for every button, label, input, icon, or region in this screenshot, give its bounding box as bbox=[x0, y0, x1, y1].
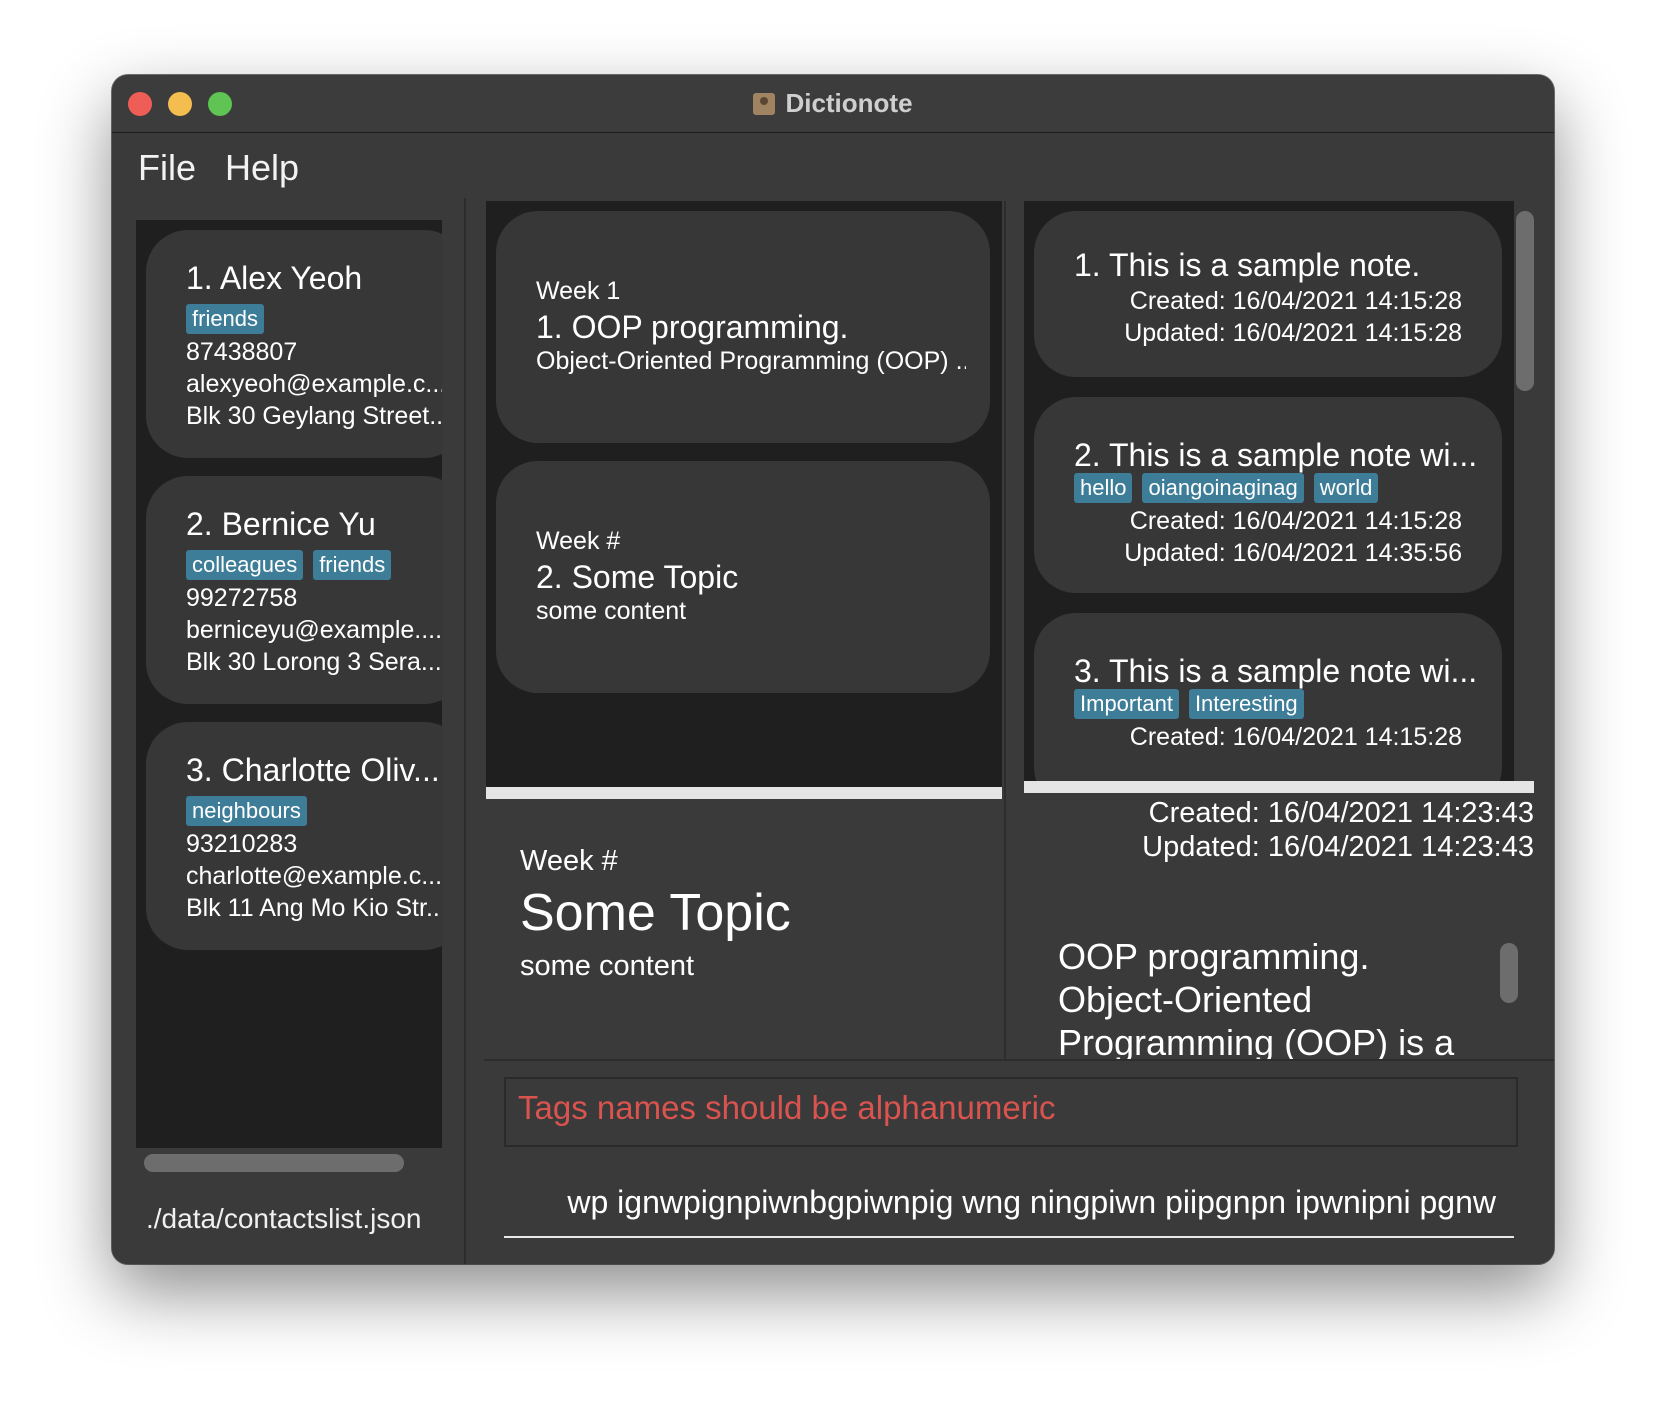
tag-label: colleagues bbox=[186, 550, 304, 580]
tag-label: world bbox=[1313, 473, 1379, 503]
dictionary-detail-title: Some Topic bbox=[520, 884, 791, 942]
contact-tags: neighbours bbox=[186, 796, 307, 826]
note-detail-updated: Updated: 16/04/2021 14:23:43 bbox=[1142, 831, 1534, 863]
note-title: 1. This is a sample note. bbox=[1074, 247, 1421, 283]
dictionary-detail-content: some content bbox=[520, 950, 695, 982]
tag-label: oiangoinaginag bbox=[1142, 473, 1304, 503]
contact-email: berniceyu@example.... bbox=[186, 616, 442, 644]
note-title: 2. This is a sample note wi... bbox=[1074, 437, 1478, 473]
note-updated: Updated: 16/04/2021 14:15:28 bbox=[1124, 319, 1462, 347]
dictionary-week: Week # bbox=[536, 527, 621, 555]
contacts-list[interactable]: 1. Alex Yeoh friends 87438807 alexyeoh@e… bbox=[136, 220, 442, 1148]
contact-address: Blk 11 Ang Mo Kio Str... bbox=[186, 894, 442, 922]
note-detail-body: OOP programming. Object-Oriented Program… bbox=[1058, 936, 1455, 1059]
contact-name: 2. Bernice Yu bbox=[186, 506, 376, 542]
note-tags: Important Interesting bbox=[1074, 689, 1304, 719]
contact-email: charlotte@example.c... bbox=[186, 862, 442, 890]
dictionary-content: Object-Oriented Programming (OOP) ... bbox=[536, 347, 966, 375]
dictionary-card[interactable]: Week # 2. Some Topic some content bbox=[496, 461, 990, 693]
dictionary-list[interactable]: Week 1 1. OOP programming. Object-Orient… bbox=[486, 201, 1002, 787]
storage-path: ./data/contactslist.json bbox=[146, 1203, 422, 1234]
tag-label: friends bbox=[186, 304, 265, 334]
menu-help[interactable]: Help bbox=[225, 147, 299, 189]
result-display: Tags names should be alphanumeric bbox=[504, 1077, 1518, 1147]
note-created: Created: 16/04/2021 14:15:28 bbox=[1129, 723, 1462, 751]
contact-address: Blk 30 Lorong 3 Sera... bbox=[186, 648, 442, 676]
menu-file[interactable]: File bbox=[138, 147, 196, 189]
contact-card[interactable]: 1. Alex Yeoh friends 87438807 alexyeoh@e… bbox=[146, 230, 442, 458]
command-box[interactable] bbox=[504, 1168, 1514, 1238]
title-bar: Dictionote bbox=[112, 75, 1554, 133]
command-input[interactable] bbox=[504, 1168, 1514, 1236]
menu-bar: File Help bbox=[112, 133, 1554, 198]
note-detail-scrollbar[interactable] bbox=[1500, 943, 1518, 1003]
note-card[interactable]: 3. This is a sample note wi... Important… bbox=[1034, 613, 1502, 781]
note-created: Created: 16/04/2021 14:15:28 bbox=[1129, 287, 1462, 315]
title-wrap: Dictionote bbox=[112, 75, 1554, 132]
note-card[interactable]: 2. This is a sample note wi... hello oia… bbox=[1034, 397, 1502, 593]
note-created: Created: 16/04/2021 14:15:28 bbox=[1129, 507, 1462, 535]
contact-card[interactable]: 3. Charlotte Oliv... neighbours 93210283… bbox=[146, 722, 442, 950]
tag-label: neighbours bbox=[186, 796, 307, 826]
contact-name: 1. Alex Yeoh bbox=[186, 260, 363, 296]
dictionary-title: 1. OOP programming. bbox=[536, 309, 849, 345]
tag-label: friends bbox=[313, 550, 392, 580]
address-book-icon bbox=[753, 92, 776, 115]
contact-tags: colleagues friends bbox=[186, 550, 392, 580]
dictionary-detail-week: Week # bbox=[520, 845, 618, 877]
note-title: 3. This is a sample note wi... bbox=[1074, 653, 1478, 689]
note-detail-created: Created: 16/04/2021 14:23:43 bbox=[1148, 797, 1534, 829]
contact-phone: 99272758 bbox=[186, 584, 298, 612]
notes-split-divider[interactable] bbox=[1024, 781, 1534, 793]
contact-tags: friends bbox=[186, 304, 265, 334]
contact-phone: 93210283 bbox=[186, 830, 298, 858]
tag-label: hello bbox=[1074, 473, 1133, 503]
contact-address: Blk 30 Geylang Street... bbox=[186, 402, 442, 430]
pane-divider[interactable] bbox=[1004, 201, 1006, 1141]
notes-vertical-scrollbar[interactable] bbox=[1516, 211, 1534, 391]
contact-email: alexyeoh@example.c... bbox=[186, 370, 442, 398]
note-card[interactable]: 1. This is a sample note. Created: 16/04… bbox=[1034, 211, 1502, 377]
dictionary-split-divider[interactable] bbox=[486, 787, 1002, 799]
dictionary-content: some content bbox=[536, 597, 687, 625]
window-title: Dictionote bbox=[785, 88, 913, 118]
note-updated: Updated: 16/04/2021 14:35:56 bbox=[1124, 539, 1462, 567]
dictionary-week: Week 1 bbox=[536, 277, 621, 305]
note-tags: hello oiangoinaginag world bbox=[1074, 473, 1379, 503]
tag-label: Important bbox=[1074, 689, 1179, 719]
app-window: Dictionote File Help 1. Alex Yeoh friend… bbox=[112, 75, 1554, 1264]
tag-label: Interesting bbox=[1188, 689, 1304, 719]
contacts-horizontal-scrollbar[interactable] bbox=[136, 1148, 442, 1178]
scrollbar-thumb[interactable] bbox=[144, 1154, 404, 1172]
contact-card[interactable]: 2. Bernice Yu colleagues friends 9927275… bbox=[146, 476, 442, 704]
contacts-pane: 1. Alex Yeoh friends 87438807 alexyeoh@e… bbox=[112, 198, 466, 1264]
dictionary-card[interactable]: Week 1 1. OOP programming. Object-Orient… bbox=[496, 211, 990, 443]
contact-name: 3. Charlotte Oliv... bbox=[186, 752, 440, 788]
contact-phone: 87438807 bbox=[186, 338, 298, 366]
result-message: Tags names should be alphanumeric bbox=[518, 1089, 1056, 1126]
dictionary-title: 2. Some Topic bbox=[536, 559, 739, 595]
notes-list[interactable]: 1. This is a sample note. Created: 16/04… bbox=[1024, 201, 1514, 781]
